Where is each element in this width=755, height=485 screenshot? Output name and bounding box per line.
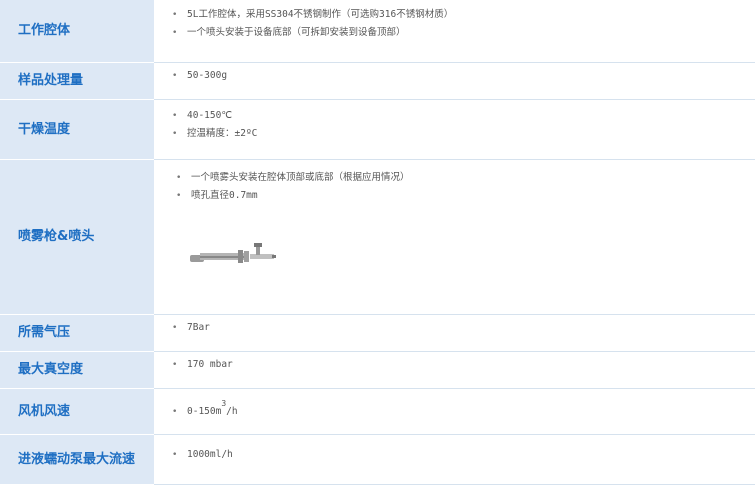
spec-label: 工作腔体 [18, 23, 71, 39]
spec-table: 工作腔体 5L工作腔体，采用SS304不锈钢制作（可选购316不锈钢材质） 一个… [0, 0, 755, 485]
spec-label-cell: 进液蠕动泵最大流速 [0, 434, 154, 485]
bullet-item: 控温精度：±2ºC [172, 125, 755, 143]
spec-value-cell: 1000ml/h [154, 434, 755, 485]
fan-speed-value: 0-150m [187, 405, 222, 417]
bullet-item: 50-300g [172, 67, 755, 85]
spec-value-cell: 40-150℃ 控温精度：±2ºC [154, 99, 755, 160]
bullet-list: 50-300g [172, 67, 755, 85]
bullet-item: 一个喷头安装于设备底部（可拆卸安装到设备顶部） [172, 24, 755, 42]
bullet-list: 1000ml/h [172, 446, 755, 464]
fan-speed-unit-sup: 3 [221, 399, 227, 409]
bullet-list: 0-150m3/h [172, 400, 755, 421]
spec-row-air-pressure: 所需气压 7Bar [0, 314, 755, 352]
spec-row-capacity: 样品处理量 50-300g [0, 62, 755, 100]
spec-row-drying-temp: 干燥温度 40-150℃ 控温精度：±2ºC [0, 99, 755, 160]
fan-speed-unit: /h [226, 405, 238, 417]
spec-value-cell: 0-150m3/h [154, 388, 755, 435]
spec-label: 进液蠕动泵最大流速 [18, 451, 136, 467]
spec-row-fan-speed: 风机风速 0-150m3/h [0, 388, 755, 435]
bullet-list: 170 mbar [172, 356, 755, 374]
spec-label-cell: 风机风速 [0, 388, 154, 435]
bullet-item: 喷孔直径0.7mm [176, 187, 755, 205]
spec-label: 最大真空度 [18, 362, 84, 377]
bullet-item: 40-150℃ [172, 107, 755, 125]
spec-row-pump-flow: 进液蠕动泵最大流速 1000ml/h [0, 434, 755, 485]
spec-value-cell: 7Bar [154, 314, 755, 352]
spray-nozzle-image [190, 242, 276, 263]
spec-row-max-vacuum: 最大真空度 170 mbar [0, 351, 755, 389]
spec-label: 干燥温度 [18, 121, 71, 137]
bullet-item: 5L工作腔体，采用SS304不锈钢制作（可选购316不锈钢材质） [172, 6, 755, 24]
spec-label: 喷雾枪&喷头 [18, 229, 95, 244]
spec-label-cell: 工作腔体 [0, 0, 154, 63]
spec-label-cell: 喷雾枪&喷头 [0, 159, 154, 315]
spec-value-cell: 50-300g [154, 62, 755, 100]
spec-label-cell: 最大真空度 [0, 351, 154, 389]
bullet-item: 7Bar [172, 319, 755, 337]
bullet-item: 0-150m3/h [172, 400, 755, 421]
spec-label-cell: 所需气压 [0, 314, 154, 352]
bullet-item: 一个喷雾头安装在腔体顶部或底部（根据应用情况） [176, 169, 755, 187]
spec-label: 风机风速 [18, 403, 71, 419]
spec-value-cell: 170 mbar [154, 351, 755, 389]
bullet-item: 1000ml/h [172, 446, 755, 464]
spec-label-cell: 干燥温度 [0, 99, 154, 160]
bullet-list: 5L工作腔体，采用SS304不锈钢制作（可选购316不锈钢材质） 一个喷头安装于… [172, 6, 755, 42]
spec-row-spray-nozzle: 喷雾枪&喷头 一个喷雾头安装在腔体顶部或底部（根据应用情况） 喷孔直径0.7mm [0, 159, 755, 315]
spec-label: 样品处理量 [18, 73, 84, 88]
bullet-list: 40-150℃ 控温精度：±2ºC [172, 107, 755, 143]
spec-row-chamber: 工作腔体 5L工作腔体，采用SS304不锈钢制作（可选购316不锈钢材质） 一个… [0, 0, 755, 63]
bullet-item: 170 mbar [172, 356, 755, 374]
bullet-list: 一个喷雾头安装在腔体顶部或底部（根据应用情况） 喷孔直径0.7mm [172, 169, 755, 205]
spec-label: 所需气压 [18, 325, 71, 340]
spec-value-cell: 一个喷雾头安装在腔体顶部或底部（根据应用情况） 喷孔直径0.7mm [154, 159, 755, 315]
bullet-list: 7Bar [172, 319, 755, 337]
spec-value-cell: 5L工作腔体，采用SS304不锈钢制作（可选购316不锈钢材质） 一个喷头安装于… [154, 0, 755, 63]
spec-label-cell: 样品处理量 [0, 62, 154, 100]
